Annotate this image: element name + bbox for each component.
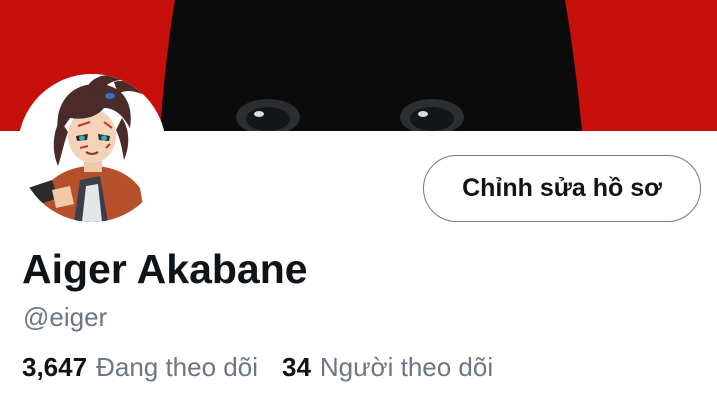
display-name: Aiger Akabane bbox=[22, 246, 308, 292]
profile-header: Chỉnh sửa hồ sơ Aiger Akabane @eiger 3,6… bbox=[0, 0, 717, 415]
following-link[interactable]: 3,647 Đang theo dõi bbox=[22, 352, 258, 383]
following-count: 3,647 bbox=[22, 352, 88, 382]
user-handle: @eiger bbox=[23, 302, 108, 332]
edit-profile-button[interactable]: Chỉnh sửa hồ sơ bbox=[423, 155, 701, 222]
profile-stats: 3,647 Đang theo dõi 34 Người theo dõi bbox=[22, 352, 493, 383]
profile-avatar[interactable] bbox=[18, 74, 166, 222]
followers-label: Người theo dõi bbox=[319, 352, 494, 382]
followers-count: 34 bbox=[281, 352, 311, 382]
anime-character-avatar-icon bbox=[18, 74, 166, 222]
followers-link[interactable]: 34 Người theo dõi bbox=[282, 352, 493, 383]
edit-profile-button-label: Chỉnh sửa hồ sơ bbox=[462, 174, 662, 202]
following-label: Đang theo dõi bbox=[96, 352, 258, 382]
